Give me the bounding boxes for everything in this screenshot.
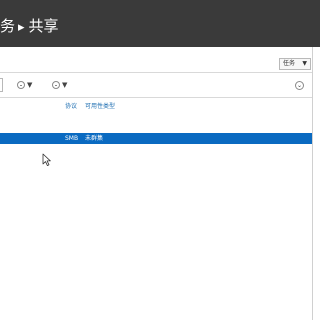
chevron-down-icon: ▼: [302, 60, 307, 67]
column-header-protocol[interactable]: 协议: [65, 103, 77, 111]
server-manager-window: 务 ▸ 共享 任务 ▼ ▼ ▼ ⌄ 协议 可用性类型 SMB 未群集: [0, 0, 320, 320]
chevron-down-icon: ▼: [27, 81, 33, 89]
mouse-pointer-icon: [42, 153, 51, 166]
breadcrumb: 务 ▸ 共享: [0, 16, 59, 36]
tasks-button[interactable]: 任务 ▼: [279, 58, 311, 70]
filter-list-icon: [17, 81, 25, 89]
query-filter-button[interactable]: ▼: [17, 80, 32, 90]
breadcrumb-separator-icon: ▸: [18, 20, 25, 35]
save-query-button[interactable]: ▼: [52, 80, 67, 90]
save-query-icon: [52, 81, 60, 89]
column-header-availability-type[interactable]: 可用性类型: [85, 103, 115, 111]
breadcrumb-item-services[interactable]: 务: [0, 16, 15, 36]
cell-protocol: SMB: [65, 135, 79, 142]
table-header: 协议 可用性类型: [0, 100, 312, 114]
title-bar: 务 ▸ 共享: [0, 0, 320, 47]
table-row[interactable]: SMB 未群集: [0, 133, 312, 144]
cell-availability-type: 未群集: [85, 135, 104, 142]
filter-bar: ▼ ▼ ⌄: [0, 72, 312, 98]
tasks-button-label: 任务: [283, 60, 296, 67]
filter-input-edge[interactable]: [0, 78, 3, 92]
chevron-down-icon: ▼: [62, 81, 68, 89]
breadcrumb-item-shares: 共享: [28, 17, 59, 35]
expand-collapse-button[interactable]: ⌄: [295, 81, 304, 90]
